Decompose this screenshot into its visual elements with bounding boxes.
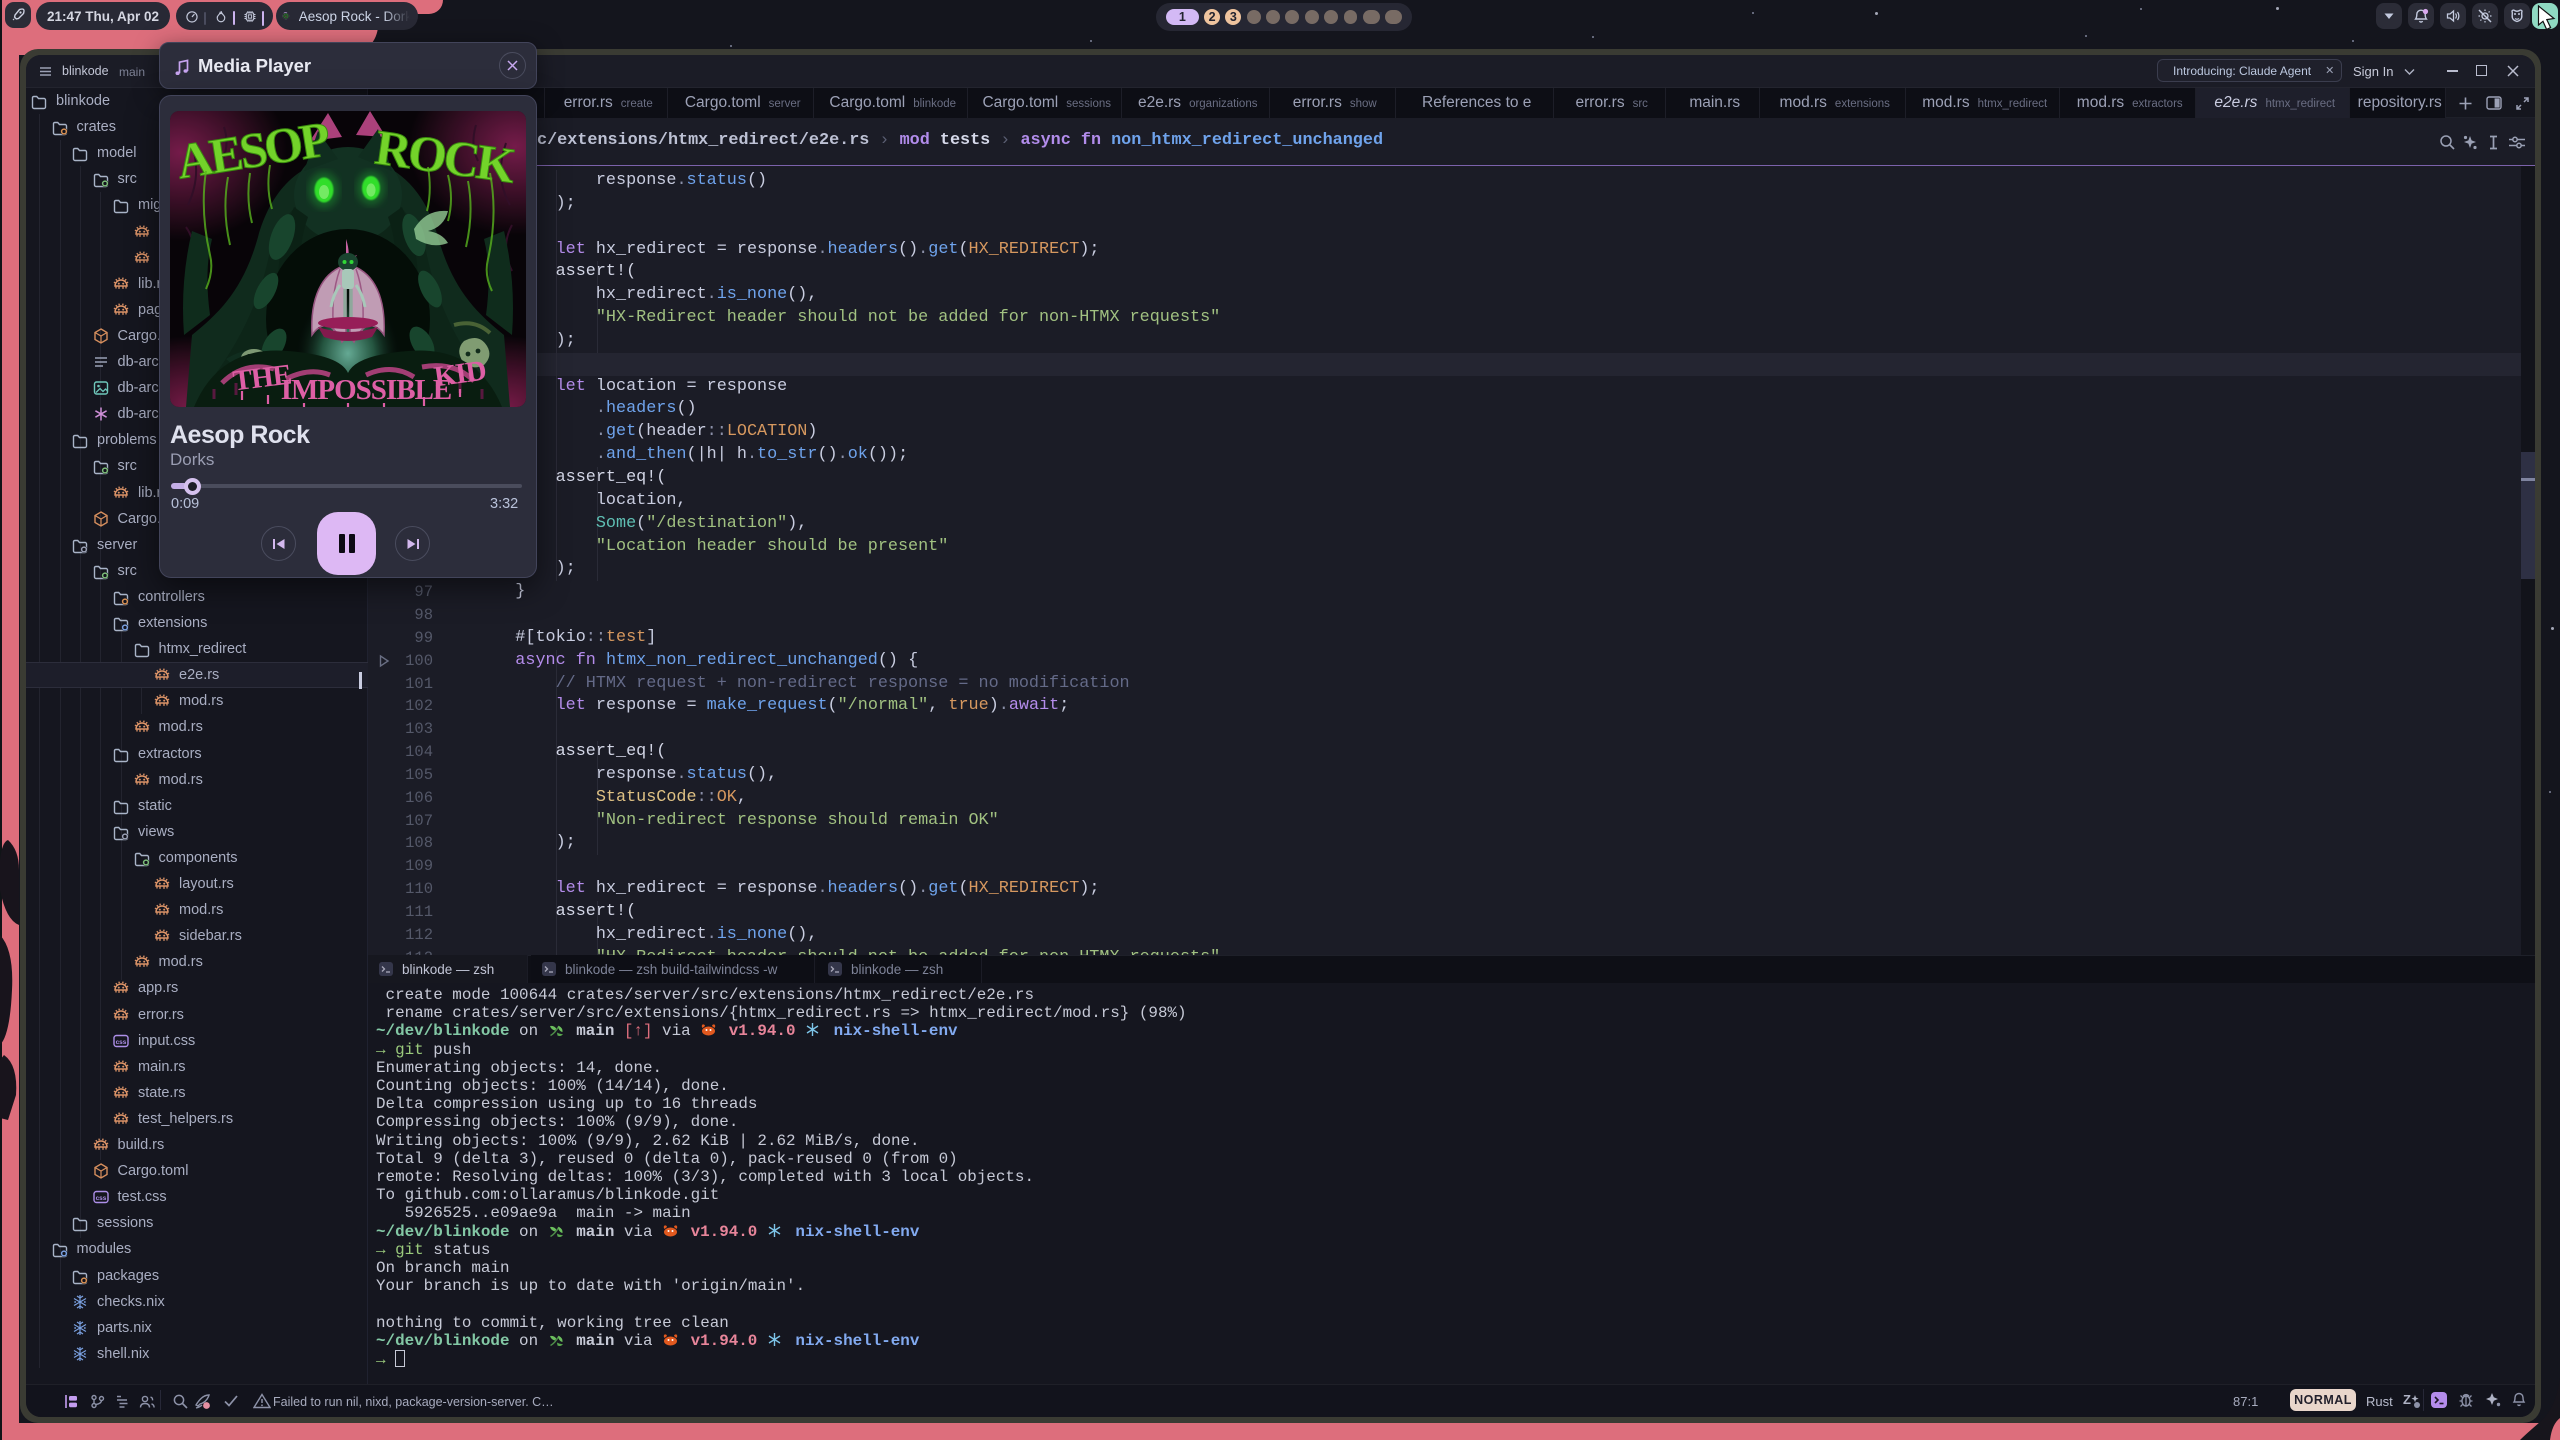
svg-text:Z: Z bbox=[2403, 1392, 2411, 1407]
